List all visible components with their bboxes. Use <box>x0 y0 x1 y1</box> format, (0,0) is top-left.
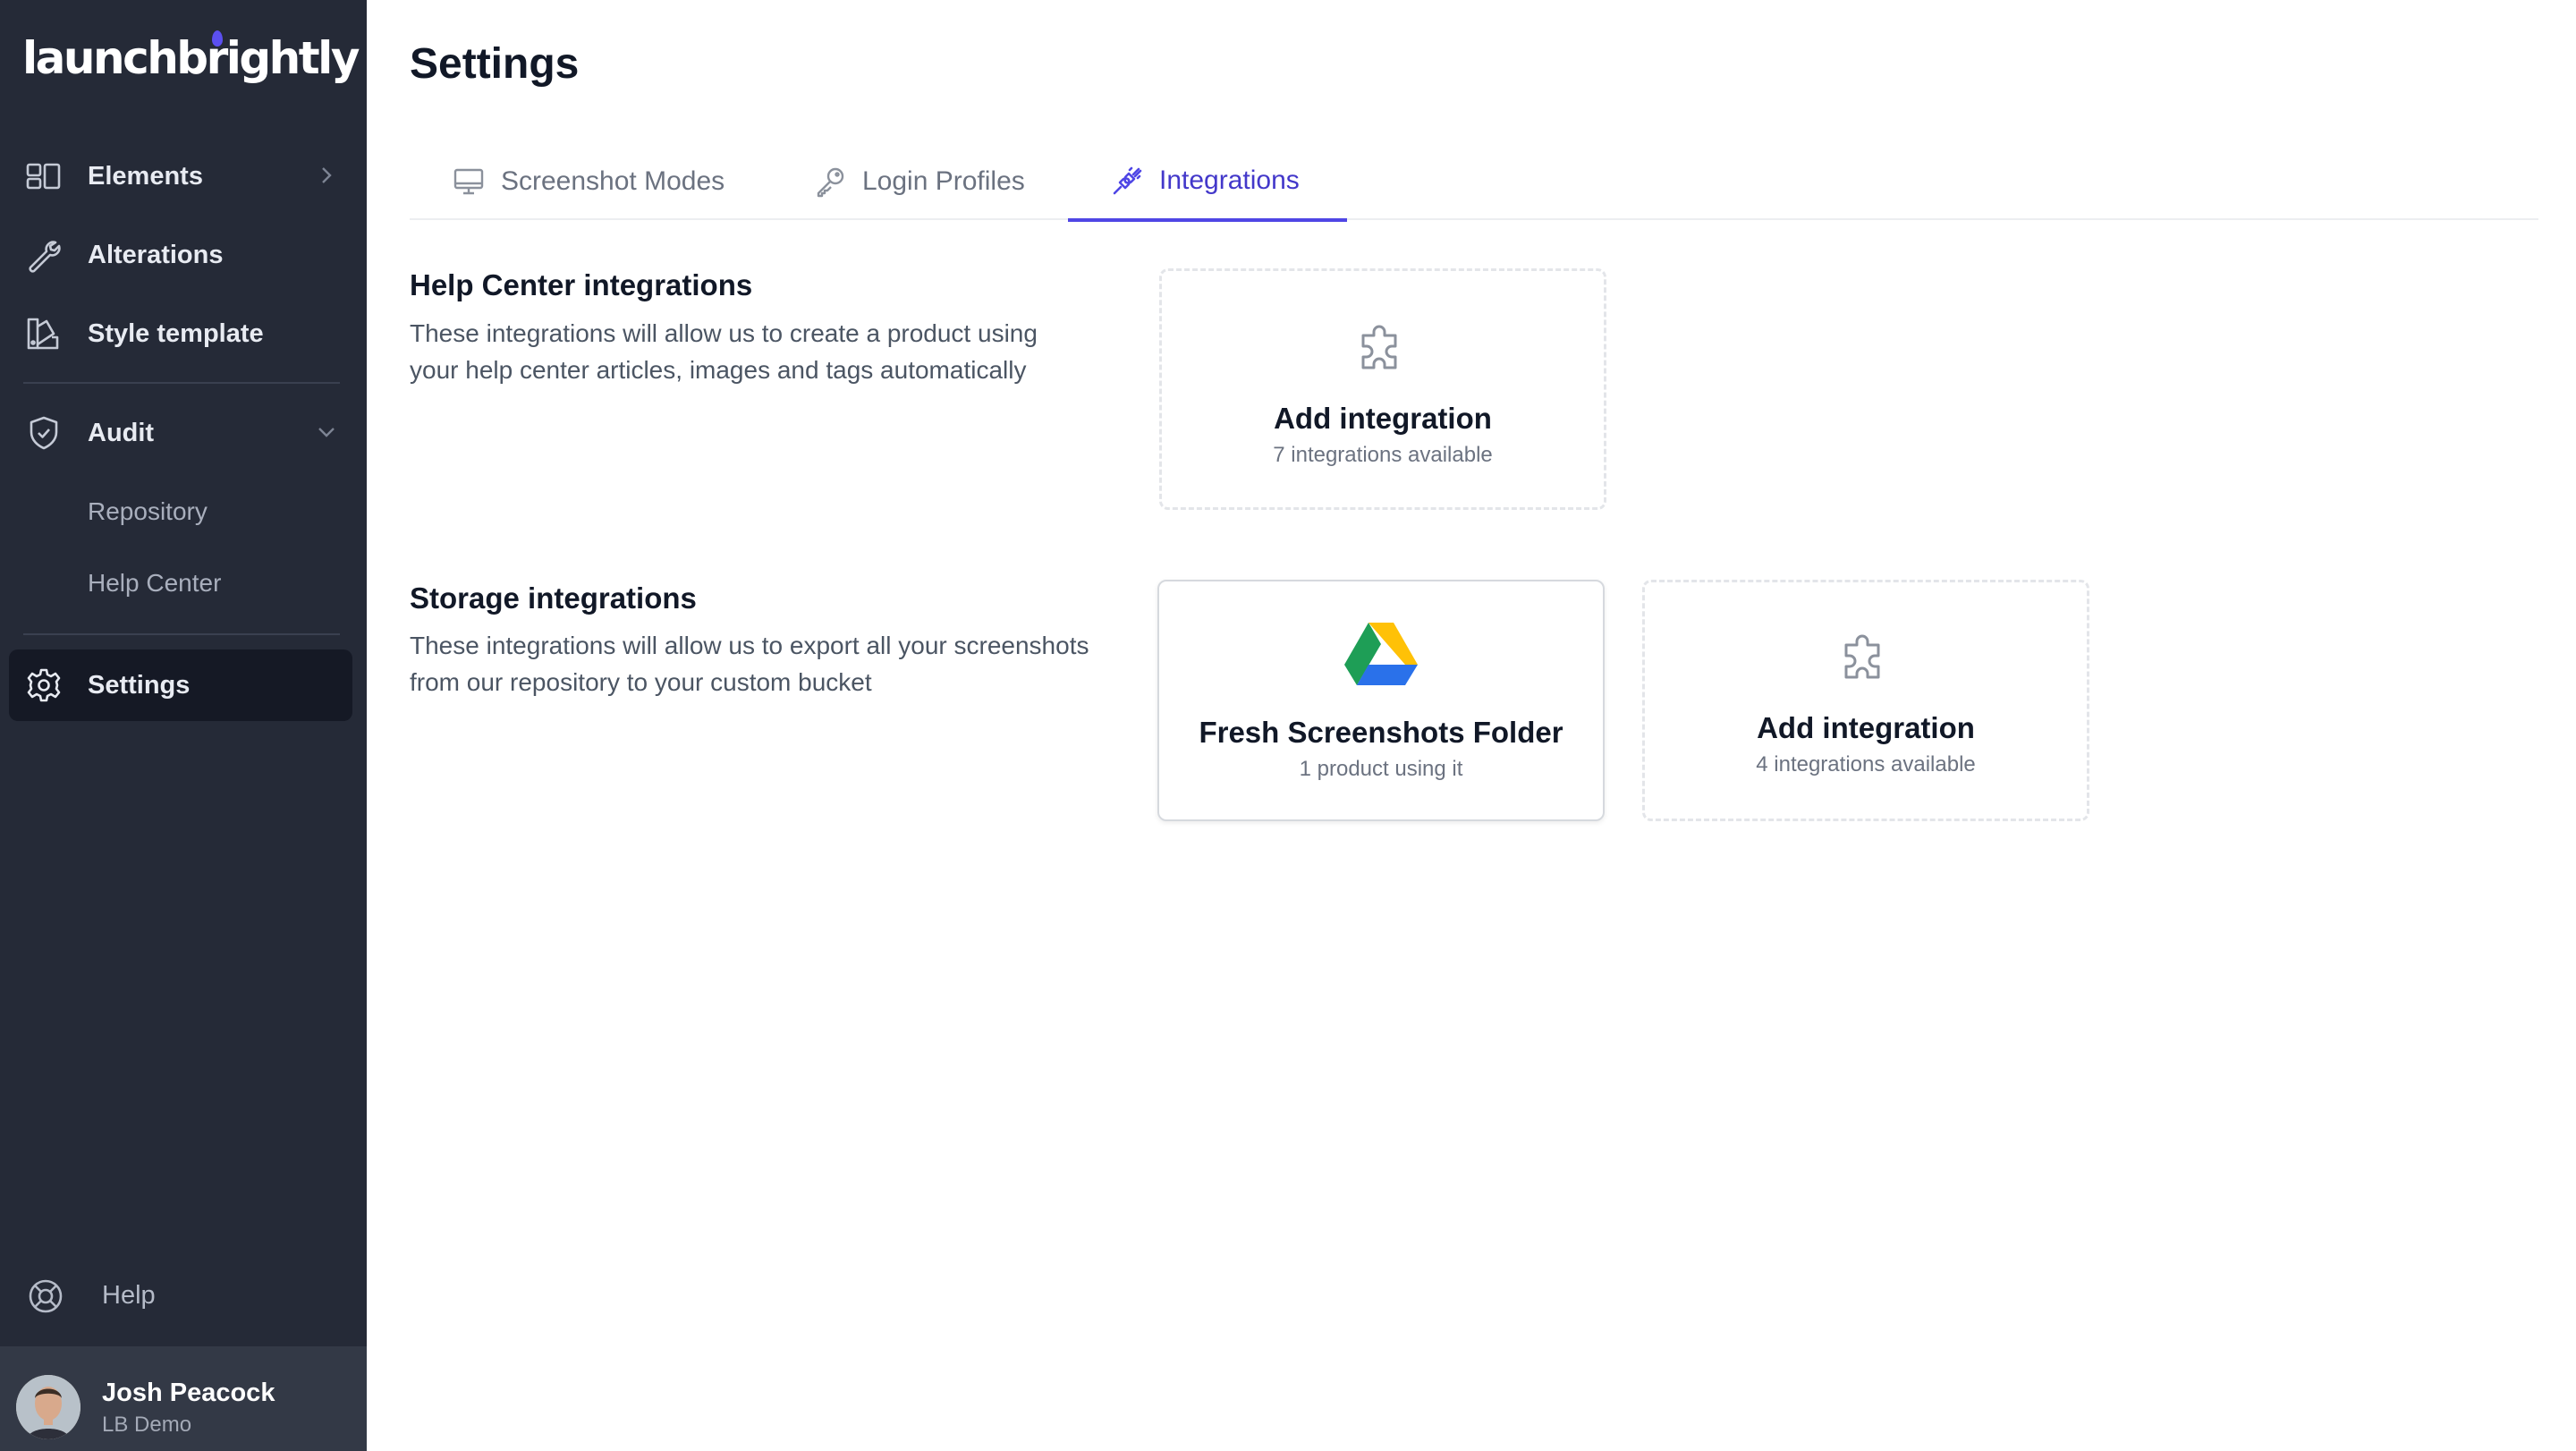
sidebar-item-alterations[interactable]: Alterations <box>9 219 352 291</box>
chevron-down-icon <box>318 428 335 437</box>
google-drive-icon <box>1344 623 1418 685</box>
plug-icon <box>1113 166 1142 195</box>
user-profile[interactable]: Josh Peacock LB Demo <box>0 1346 367 1451</box>
sidebar-item-elements[interactable]: Elements <box>9 140 352 212</box>
card-title: Add integration <box>1757 711 1975 744</box>
gear-icon <box>27 668 61 702</box>
sidebar-item-audit[interactable]: Audit <box>9 397 352 469</box>
user-org: LB Demo <box>102 1413 192 1437</box>
sidebar-item-style-template[interactable]: Style template <box>9 298 352 369</box>
tab-label: Login Profiles <box>862 166 1025 196</box>
tab-screenshot-modes[interactable]: Screenshot Modes <box>453 143 724 220</box>
tab-label: Screenshot Modes <box>501 166 725 196</box>
sidebar-subitem-repository[interactable]: Repository <box>88 497 208 526</box>
tab-login-profiles[interactable]: Login Profiles <box>814 143 1025 220</box>
sidebar-item-label: Audit <box>88 418 155 447</box>
avatar-image <box>16 1375 80 1439</box>
sidebar-item-label: Alterations <box>88 240 224 269</box>
google-drive-integration-card[interactable]: Fresh Screenshots Folder 1 product using… <box>1157 580 1605 821</box>
add-integration-card[interactable]: Add integration 4 integrations available <box>1642 580 2089 821</box>
sidebar-item-label: Style template <box>88 318 264 348</box>
lifebuoy-icon <box>29 1279 63 1313</box>
wrench-icon <box>29 241 61 273</box>
tab-integrations[interactable]: Integrations <box>1068 143 1347 222</box>
card-title: Add integration <box>1274 402 1492 435</box>
logo-flame-icon <box>212 30 223 47</box>
monitor-icon <box>453 168 484 195</box>
sidebar-item-label: Elements <box>88 161 203 191</box>
shield-check-icon <box>30 416 58 450</box>
section-description-help-center: These integrations will allow us to crea… <box>410 319 1038 384</box>
sidebar-item-settings[interactable]: Settings <box>9 649 352 721</box>
palette-icon <box>27 318 59 350</box>
layout-icon <box>26 163 61 190</box>
app-logo[interactable]: launchbrightly <box>22 27 360 89</box>
card-title: Fresh Screenshots Folder <box>1199 716 1563 749</box>
section-description-storage: These integrations will allow us to expo… <box>410 632 1089 696</box>
card-subtitle: 4 integrations available <box>1756 752 1976 776</box>
sidebar-subitem-help-center[interactable]: Help Center <box>88 569 221 598</box>
card-subtitle: 1 product using it <box>1299 757 1463 781</box>
section-title-storage: Storage integrations <box>410 581 697 615</box>
sidebar-item-label: Settings <box>88 670 191 700</box>
puzzle-icon <box>1361 325 1397 369</box>
add-integration-card[interactable]: Add integration 7 integrations available <box>1159 268 1606 510</box>
key-icon <box>817 167 844 198</box>
section-title-help-center: Help Center integrations <box>410 268 753 301</box>
page-title: Settings <box>410 40 580 88</box>
chevron-right-icon <box>322 167 332 183</box>
avatar <box>16 1375 80 1439</box>
tab-label: Integrations <box>1159 165 1300 195</box>
logo-text: launchbrightly <box>22 32 360 84</box>
sidebar-divider <box>23 382 340 384</box>
sidebar: launchbrightly Elements Alterations Styl… <box>0 0 367 1451</box>
sidebar-divider <box>23 633 340 635</box>
puzzle-icon <box>1844 634 1880 679</box>
user-name: Josh Peacock <box>102 1379 275 1407</box>
help-label: Help <box>102 1280 156 1310</box>
settings-tabs: Screenshot Modes Login Profiles Integrat… <box>410 143 2538 222</box>
card-subtitle: 7 integrations available <box>1273 443 1493 467</box>
